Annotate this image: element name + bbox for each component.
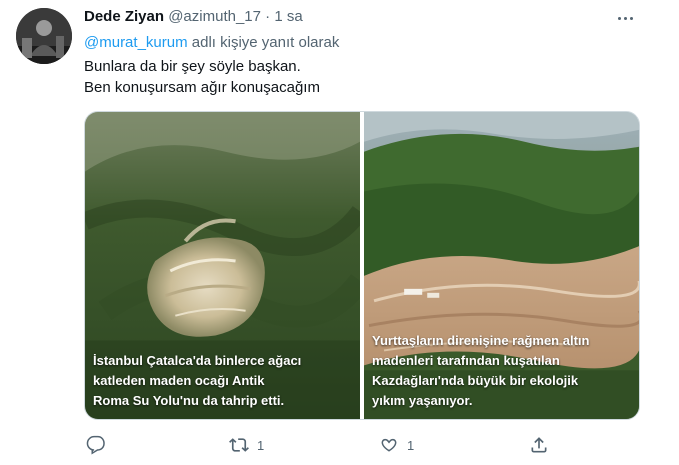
- share-icon: [531, 437, 547, 453]
- caption-line: katleden maden ocağı Antik: [93, 373, 265, 388]
- tweet-text-line: Bunlara da bir şey söyle başkan.: [84, 58, 301, 75]
- photo-caption: Yurttaşların direnişine rağmen altın mad…: [372, 331, 589, 411]
- photo-kazdaglari-mining[interactable]: Yurttaşların direnişine rağmen altın mad…: [364, 112, 639, 419]
- tweet-text-line: Ben konuşursam ağır konuşacağım: [84, 79, 320, 96]
- caption-line: Yurttaşların direnişine rağmen altın: [372, 333, 590, 348]
- caption-line: Roma Su Yolu'nu da tahrip etti.: [93, 393, 285, 408]
- avatar[interactable]: [16, 8, 72, 64]
- retweet-count: 1: [257, 437, 265, 453]
- share-button[interactable]: [529, 432, 549, 458]
- reply-context: @murat_kurum adlı kişiye yanıt olarak: [84, 33, 339, 53]
- reply-mention-link[interactable]: @murat_kurum: [84, 34, 188, 51]
- retweet-button[interactable]: 1: [229, 432, 264, 458]
- reply-context-text: adlı kişiye yanıt olarak: [187, 34, 340, 51]
- reply-button[interactable]: [86, 432, 114, 458]
- separator-dot: ·: [265, 8, 271, 25]
- tweet-time[interactable]: 1 sa: [274, 8, 302, 25]
- caption-line: Kazdağları'nda büyük bir ekolojik: [372, 373, 579, 388]
- author-handle[interactable]: @azimuth_17: [168, 8, 261, 25]
- tweet-header: Dede Ziyan @azimuth_17 · 1 sa: [84, 7, 303, 27]
- like-button[interactable]: 1: [379, 432, 414, 458]
- caption-line: İstanbul Çatalca'da binlerce ağacı: [93, 353, 302, 368]
- reply-icon: [86, 435, 105, 455]
- caption-line: madenleri tarafından kuşatılan: [372, 353, 560, 368]
- photo-catalca-quarry[interactable]: İstanbul Çatalca'da binlerce ağacı katle…: [85, 112, 360, 419]
- tweet[interactable]: Dede Ziyan @azimuth_17 · 1 sa @murat_kur…: [0, 0, 679, 465]
- author-name[interactable]: Dede Ziyan: [84, 8, 164, 25]
- heart-icon: [381, 438, 397, 452]
- caption-line: yıkım yaşanıyor.: [372, 393, 473, 408]
- media-grid: İstanbul Çatalca'da binlerce ağacı katle…: [84, 111, 640, 420]
- tweet-actions: 1 1: [84, 432, 584, 458]
- photo-caption: İstanbul Çatalca'da binlerce ağacı katle…: [93, 351, 301, 411]
- retweet-icon: [229, 438, 249, 452]
- more-options-icon[interactable]: [613, 8, 637, 28]
- like-count: 1: [407, 437, 415, 453]
- tweet-text: Bunlara da bir şey söyle başkan. Ben kon…: [84, 56, 320, 98]
